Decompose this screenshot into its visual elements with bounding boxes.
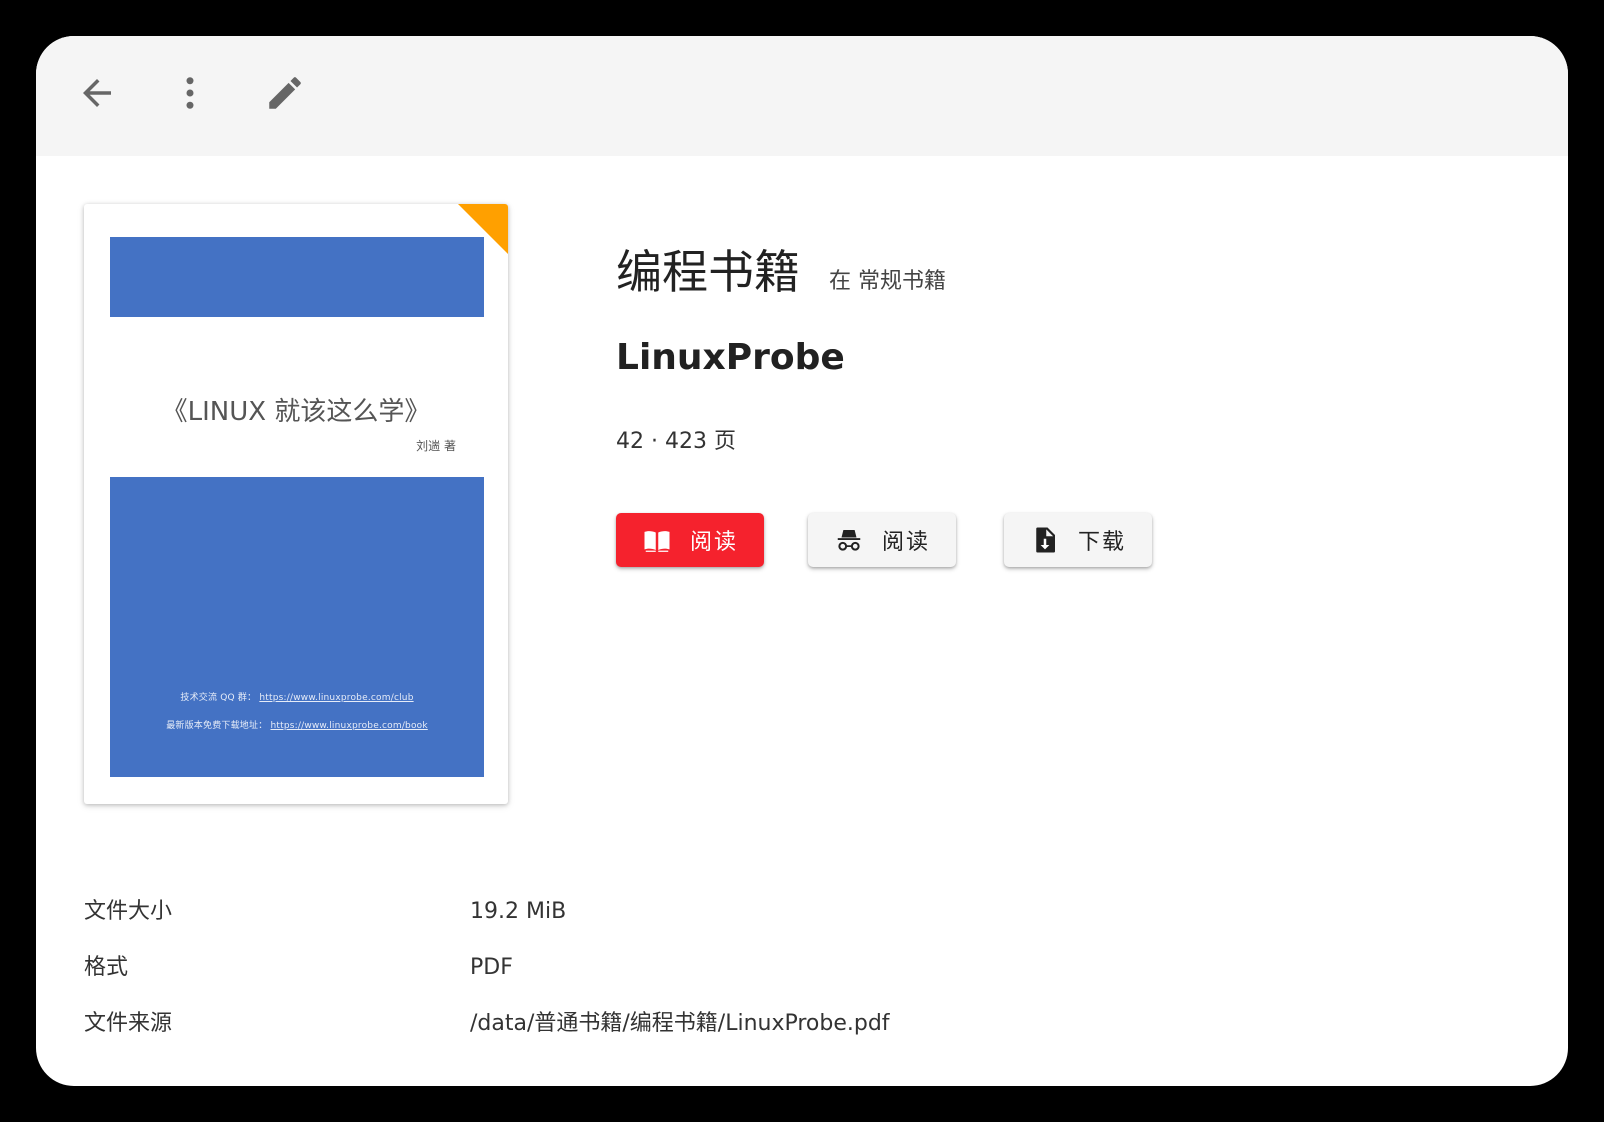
more-menu-button[interactable] — [161, 64, 219, 122]
app-window: 《LINUX 就该这么学》 刘遄 著 技术交流 QQ 群： https://ww… — [36, 36, 1568, 1086]
detail-value: PDF — [470, 955, 513, 980]
detail-row-format: 格式 PDF — [84, 950, 1084, 1006]
detail-value: 19.2 MiB — [470, 899, 567, 924]
cover-download-line: 最新版本免费下载地址： https://www.linuxprobe.com/b… — [110, 718, 484, 731]
read-button-label: 阅读 — [689, 530, 738, 555]
detail-row-size: 文件大小 19.2 MiB — [84, 894, 1084, 950]
cover-corner-badge — [458, 204, 508, 254]
more-vertical-icon — [186, 77, 194, 109]
cover-download-label: 最新版本免费下载地址： — [166, 721, 268, 731]
arrow-left-icon — [83, 79, 111, 107]
page-progress: 42 · 423 页 — [616, 429, 736, 454]
cover-qq-link: https://www.linuxprobe.com/club — [259, 693, 414, 703]
library-name[interactable]: 在 常规书籍 — [829, 268, 946, 296]
incognito-read-button[interactable]: 阅读 — [808, 513, 956, 567]
toolbar — [36, 36, 1568, 156]
back-button[interactable] — [68, 64, 126, 122]
open-book-icon — [644, 531, 670, 552]
pencil-icon — [269, 77, 301, 109]
edit-button[interactable] — [256, 64, 314, 122]
book-cover[interactable]: 《LINUX 就该这么学》 刘遄 著 技术交流 QQ 群： https://ww… — [84, 204, 508, 804]
download-button[interactable]: 下载 — [1004, 513, 1152, 567]
detail-key: 文件大小 — [84, 899, 173, 924]
download-button-label: 下载 — [1077, 530, 1126, 555]
read-button[interactable]: 阅读 — [616, 513, 764, 567]
incognito-read-label: 阅读 — [881, 530, 930, 555]
detail-key: 文件来源 — [84, 1011, 173, 1036]
detail-value: /data/普通书籍/编程书籍/LinuxProbe.pdf — [470, 1011, 890, 1036]
incognito-icon — [837, 530, 861, 551]
cover-bottom-band: 技术交流 QQ 群： https://www.linuxprobe.com/cl… — [110, 477, 484, 777]
cover-qq-label: 技术交流 QQ 群： — [180, 693, 257, 703]
file-download-icon — [1036, 527, 1055, 553]
detail-key: 格式 — [84, 955, 129, 980]
cover-author: 刘遄 著 — [416, 439, 456, 453]
book-title: LinuxProbe — [616, 337, 845, 378]
file-details: 文件大小 19.2 MiB 格式 PDF 文件来源 /data/普通书籍/编程书… — [84, 894, 1084, 1062]
cover-qq-line: 技术交流 QQ 群： https://www.linuxprobe.com/cl… — [110, 690, 484, 703]
detail-row-source: 文件来源 /data/普通书籍/编程书籍/LinuxProbe.pdf — [84, 1006, 1084, 1062]
book-category: 编程书籍 — [616, 245, 800, 299]
cover-top-band — [110, 237, 484, 317]
cover-title: 《LINUX 就该这么学》 — [161, 397, 431, 427]
cover-download-link: https://www.linuxprobe.com/book — [270, 721, 428, 731]
